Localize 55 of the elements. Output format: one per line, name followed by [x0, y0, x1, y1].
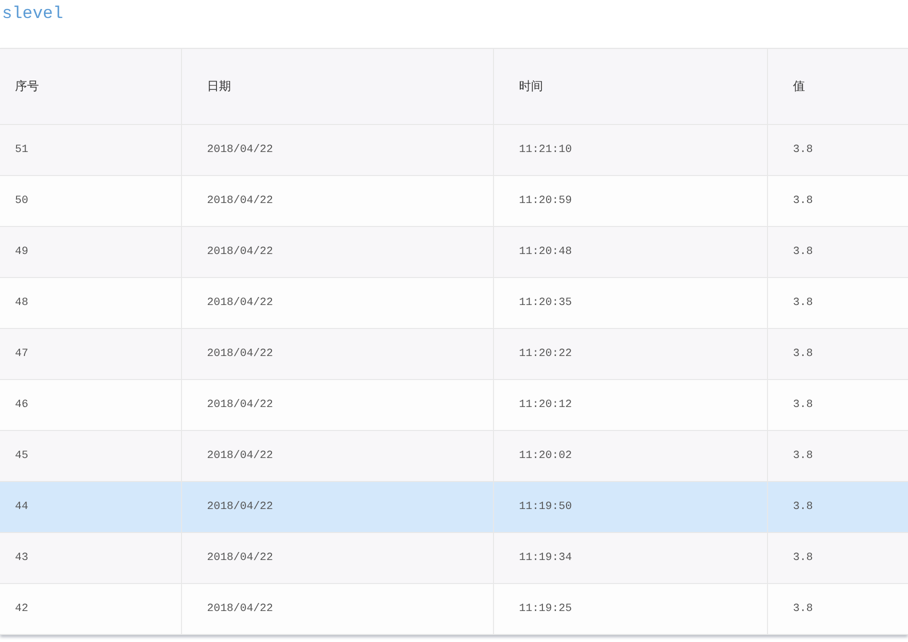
table-cell: 3.8 [793, 297, 813, 309]
table-cell: 48 [15, 297, 28, 309]
table-cell: 44 [15, 501, 28, 513]
table-row[interactable]: 49 2018/04/22 11:20:48 3.8 [0, 227, 908, 278]
table-cell: 3.8 [793, 603, 813, 615]
table-row[interactable]: 43 2018/04/22 11:19:34 3.8 [0, 533, 908, 584]
table-cell: 3.8 [793, 450, 813, 462]
table-cell: 2018/04/22 [207, 552, 274, 564]
table-cell: 3.8 [793, 246, 813, 258]
table-row[interactable]: 45 2018/04/22 11:20:02 3.8 [0, 431, 908, 482]
page-title: slevel [1, 4, 64, 26]
column-header: 时间 [519, 78, 543, 95]
table-cell: 3.8 [793, 348, 813, 360]
table-cell: 43 [15, 552, 28, 564]
table-cell: 3.8 [793, 144, 813, 156]
table-cell: 11:19:34 [519, 552, 572, 564]
table-cell: 11:20:02 [519, 450, 572, 462]
table-row[interactable]: 48 2018/04/22 11:20:35 3.8 [0, 278, 908, 329]
table-row[interactable]: 44 2018/04/22 11:19:50 3.8 [0, 482, 908, 533]
table-row[interactable]: 50 2018/04/22 11:20:59 3.8 [0, 176, 908, 227]
column-header: 日期 [207, 78, 231, 95]
table-cell: 51 [15, 144, 28, 156]
table-cell: 2018/04/22 [207, 297, 274, 309]
table-cell: 2018/04/22 [207, 399, 274, 411]
table-cell: 3.8 [793, 501, 813, 513]
table-cell: 2018/04/22 [207, 348, 274, 360]
table-row[interactable]: 46 2018/04/22 11:20:12 3.8 [0, 380, 908, 431]
table-cell: 46 [15, 399, 28, 411]
table-cell: 11:20:59 [519, 195, 572, 207]
table-cell: 11:19:50 [519, 501, 572, 513]
table-cell: 49 [15, 246, 28, 258]
table-cell: 11:20:12 [519, 399, 572, 411]
table-cell: 3.8 [793, 399, 813, 411]
table-cell: 2018/04/22 [207, 603, 274, 615]
table-cell: 11:19:25 [519, 603, 572, 615]
table-cell: 2018/04/22 [207, 450, 274, 462]
table-cell: 47 [15, 348, 28, 360]
table-cell: 11:20:22 [519, 348, 572, 360]
table-cell: 42 [15, 603, 28, 615]
column-header: 序号 [15, 78, 39, 95]
table-cell: 2018/04/22 [207, 501, 274, 513]
table-cell: 50 [15, 195, 28, 207]
table-row[interactable]: 51 2018/04/22 11:21:10 3.8 [0, 125, 908, 176]
table-row[interactable]: 42 2018/04/22 11:19:25 3.8 [0, 584, 908, 635]
table-cell: 11:20:48 [519, 246, 572, 258]
table-cell: 45 [15, 450, 28, 462]
table-cell: 2018/04/22 [207, 195, 274, 207]
table-cell: 3.8 [793, 195, 813, 207]
table-row[interactable]: 47 2018/04/22 11:20:22 3.8 [0, 329, 908, 380]
table-cell: 11:21:10 [519, 144, 572, 156]
column-header: 值 [793, 78, 805, 95]
table-cell: 2018/04/22 [207, 144, 274, 156]
table-cell: 11:20:35 [519, 297, 572, 309]
table-cell: 3.8 [793, 552, 813, 564]
table-cell: 2018/04/22 [207, 246, 274, 258]
